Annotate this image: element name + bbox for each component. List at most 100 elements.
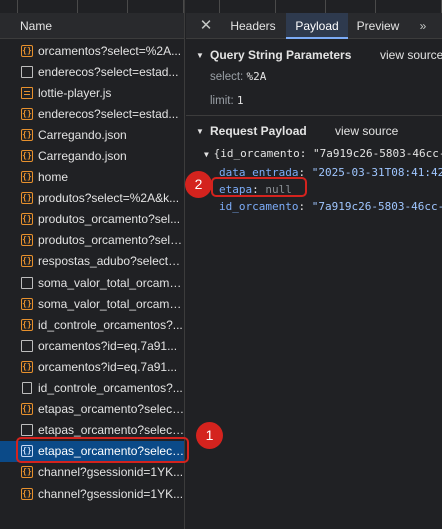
request-name: etapas_orcamento?select...: [38, 423, 185, 438]
fetch-xhr-icon: {}: [21, 466, 33, 479]
query-params-title: Query String Parameters: [210, 48, 352, 62]
request-row[interactable]: {} orcamentos?select=%2A...: [0, 40, 184, 61]
fetch-xhr-icon: {}: [21, 171, 33, 184]
param-value: %2A: [246, 70, 267, 83]
request-name: channel?gsessionid=1YK...: [38, 486, 184, 501]
request-name: soma_valor_total_orcame...: [38, 296, 185, 311]
query-view-source-link[interactable]: view source: [380, 48, 442, 62]
document-icon: [21, 339, 33, 352]
request-name: Carregando.json: [38, 127, 127, 142]
fetch-xhr-icon: {}: [21, 213, 33, 226]
fetch-xhr-icon: {}: [21, 255, 33, 268]
annotation-badge-1: 1: [196, 422, 223, 449]
request-name: Carregando.json: [38, 149, 127, 164]
triangle-down-icon: ▼: [196, 126, 204, 136]
document-icon: [21, 65, 33, 78]
request-payload-title: Request Payload: [210, 124, 307, 138]
request-row[interactable]: {} channel?gsessionid=1YK...: [0, 483, 184, 504]
document-icon: [21, 424, 33, 437]
annotation-badge-2: 2: [185, 171, 212, 198]
request-row[interactable]: {} channel?gsessionid=1YK...: [0, 462, 184, 483]
payload-view-source-link[interactable]: view source: [335, 124, 398, 138]
highlight-box-selected-request: [16, 437, 189, 463]
request-name: channel?gsessionid=1YK...: [38, 465, 184, 480]
request-row[interactable]: {} Carregando.json: [0, 124, 184, 145]
request-detail-panel: ✕ Headers Payload Preview » ▼ Query Stri…: [186, 0, 442, 529]
fetch-xhr-icon: {}: [21, 192, 33, 205]
payload-summary-key: id_orcamento: [220, 147, 300, 160]
payload-summary-value: : "7a919c26-5803-46cc-...: [299, 147, 442, 160]
document-icon: [21, 276, 33, 289]
request-row[interactable]: {} soma_valor_total_orcame...: [0, 293, 185, 314]
triangle-down-icon: ▼: [196, 50, 204, 60]
highlight-box-etapa: [211, 177, 307, 197]
request-name: orcamentos?id=eq.7a91...: [38, 359, 178, 374]
payload-summary-row[interactable]: ▼ {id_orcamento: "7a919c26-5803-46cc-...: [204, 147, 442, 160]
request-row[interactable]: id_controle_orcamentos?...: [0, 378, 184, 399]
fetch-xhr-icon: {}: [21, 318, 33, 331]
request-row[interactable]: {} enderecos?select=estad...: [0, 103, 184, 124]
param-key: limit:: [210, 95, 234, 107]
fetch-xhr-icon: {}: [21, 150, 33, 163]
payload-value: "7a919c26-5803-46cc-...: [311, 200, 442, 213]
name-column-header[interactable]: Name: [0, 13, 184, 39]
request-row[interactable]: {} id_controle_orcamentos?...: [0, 314, 184, 335]
query-param-select: select: %2A: [210, 70, 266, 83]
timeline-strip-right: [186, 0, 442, 13]
request-row[interactable]: {} produtos?select=%2A&k...: [0, 188, 184, 209]
request-rows: {} orcamentos?select=%2A... enderecos?sele…: [0, 40, 185, 504]
request-row[interactable]: {} etapas_orcamento?select...: [0, 399, 185, 420]
request-row[interactable]: lottie-player.js: [0, 82, 184, 103]
request-row[interactable]: orcamentos?id=eq.7a91...: [0, 335, 184, 356]
fetch-xhr-icon: {}: [21, 128, 33, 141]
request-name: orcamentos?id=eq.7a91...: [38, 338, 178, 353]
fetch-xhr-icon: {}: [21, 107, 33, 120]
request-name: enderecos?select=estad...: [38, 106, 179, 121]
payload-key: id_orcamento: [219, 200, 299, 213]
detail-tabs: ✕ Headers Payload Preview »: [186, 13, 442, 39]
request-name: respostas_adubo?select=...: [38, 254, 185, 269]
fetch-xhr-icon: {}: [21, 403, 33, 416]
request-row[interactable]: {} produtos_orcamento?sel...: [0, 209, 184, 230]
request-payload-header[interactable]: ▼ Request Payload view source: [186, 121, 442, 141]
request-name: id_controle_orcamentos?...: [38, 381, 183, 396]
page-icon: [22, 382, 32, 395]
tab-headers[interactable]: Headers: [222, 13, 284, 39]
payload-field-id-orcamento: id_orcamento: "7a919c26-5803-46cc-...: [219, 200, 442, 213]
request-name: produtos_orcamento?sele...: [38, 233, 185, 248]
request-name: produtos_orcamento?sel...: [38, 212, 181, 227]
request-row[interactable]: soma_valor_total_orcame...: [0, 272, 185, 293]
request-name: lottie-player.js: [38, 85, 112, 100]
request-name: orcamentos?select=%2A...: [38, 43, 182, 58]
request-row[interactable]: {} home: [0, 167, 184, 188]
fetch-xhr-icon: {}: [21, 44, 33, 57]
timeline-strip: [0, 0, 184, 13]
close-icon[interactable]: ✕: [198, 16, 214, 36]
request-name: etapas_orcamento?select...: [38, 402, 185, 417]
query-params-header[interactable]: ▼ Query String Parameters view source: [186, 45, 442, 65]
tab-payload[interactable]: Payload: [286, 13, 348, 39]
request-name: enderecos?select=estad...: [38, 64, 179, 79]
fetch-xhr-icon: {}: [21, 234, 33, 247]
request-row[interactable]: enderecos?select=estad...: [0, 61, 184, 82]
request-row[interactable]: {} produtos_orcamento?sele...: [0, 230, 185, 251]
request-name: id_controle_orcamentos?...: [38, 317, 183, 332]
fetch-xhr-icon: {}: [21, 360, 33, 373]
request-row[interactable]: {} orcamentos?id=eq.7a91...: [0, 356, 184, 377]
expand-triangle-icon: ▼: [204, 150, 214, 159]
request-row[interactable]: {} Carregando.json: [0, 145, 184, 166]
tab-preview[interactable]: Preview: [350, 13, 406, 39]
request-name: soma_valor_total_orcame...: [38, 275, 185, 290]
param-key: select:: [210, 71, 244, 83]
param-value: 1: [236, 94, 244, 107]
request-name: produtos?select=%2A&k...: [38, 191, 180, 206]
request-row[interactable]: {} respostas_adubo?select=...: [0, 251, 185, 272]
fetch-xhr-icon: {}: [21, 297, 33, 310]
fetch-xhr-icon: {}: [21, 487, 33, 500]
section-divider: [186, 115, 442, 116]
query-param-limit: limit: 1: [210, 94, 243, 107]
payload-value: "2025-03-31T08:41:42...: [311, 166, 442, 179]
more-tabs-icon[interactable]: »: [414, 16, 432, 36]
script-icon: [21, 86, 33, 99]
request-name: home: [38, 170, 69, 185]
